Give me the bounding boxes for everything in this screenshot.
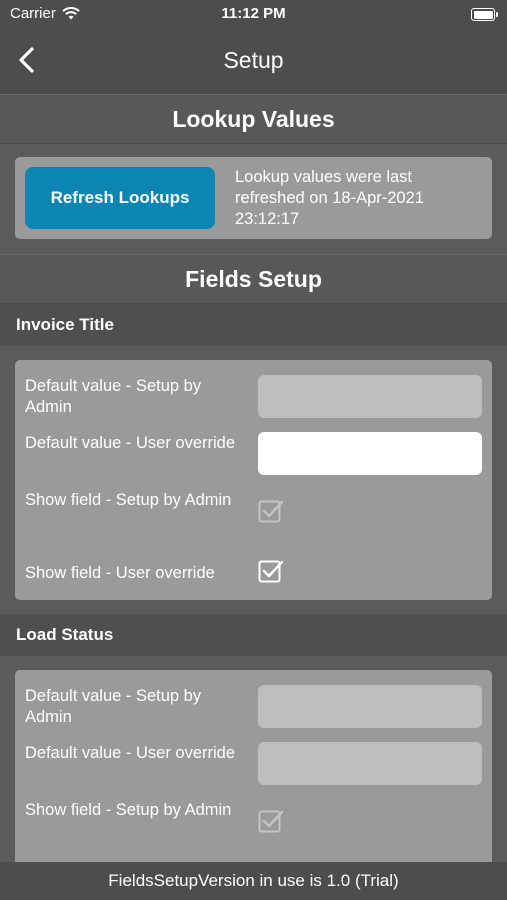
checkbox-checked-icon[interactable]	[258, 558, 284, 584]
checkbox-checked-disabled-icon	[258, 810, 284, 833]
lookup-values-header: Lookup Values	[0, 94, 507, 144]
default-user-label: Default value - User override	[25, 434, 236, 452]
status-time: 11:12 PM	[221, 5, 286, 22]
default-admin-input	[258, 685, 482, 728]
navigation-bar: Setup	[0, 30, 507, 94]
load-status-card: Default value - Setup by Admin Default v…	[15, 670, 492, 870]
battery-icon	[471, 8, 498, 21]
group-title-invoice-title: Invoice Title	[0, 304, 507, 346]
default-user-input	[258, 742, 482, 785]
group-title-load-status: Load Status	[0, 614, 507, 656]
page-title: Setup	[223, 47, 284, 73]
default-admin-label: Default value - Setup by Admin	[25, 687, 202, 726]
default-admin-input	[258, 375, 482, 418]
lookup-card: Refresh Lookups Lookup values were last …	[15, 157, 492, 239]
refresh-lookups-button[interactable]: Refresh Lookups	[25, 167, 215, 229]
version-footer: FieldsSetupVersion in use is 1.0 (Trial)	[0, 862, 507, 900]
show-admin-label: Show field - Setup by Admin	[25, 491, 232, 509]
default-admin-label: Default value - Setup by Admin	[25, 377, 202, 416]
default-user-label: Default value - User override	[25, 744, 236, 762]
invoice-title-card: Default value - Setup by Admin Default v…	[15, 360, 492, 600]
default-user-input[interactable]	[258, 432, 482, 475]
fields-setup-header: Fields Setup	[0, 254, 507, 304]
status-bar: Carrier 11:12 PM	[0, 0, 507, 30]
refresh-info-text: Lookup values were last refreshed on 18-…	[235, 168, 424, 228]
show-user-label: Show field - User override	[25, 564, 215, 582]
show-admin-label: Show field - Setup by Admin	[25, 801, 232, 819]
checkbox-checked-disabled-icon	[258, 500, 284, 523]
